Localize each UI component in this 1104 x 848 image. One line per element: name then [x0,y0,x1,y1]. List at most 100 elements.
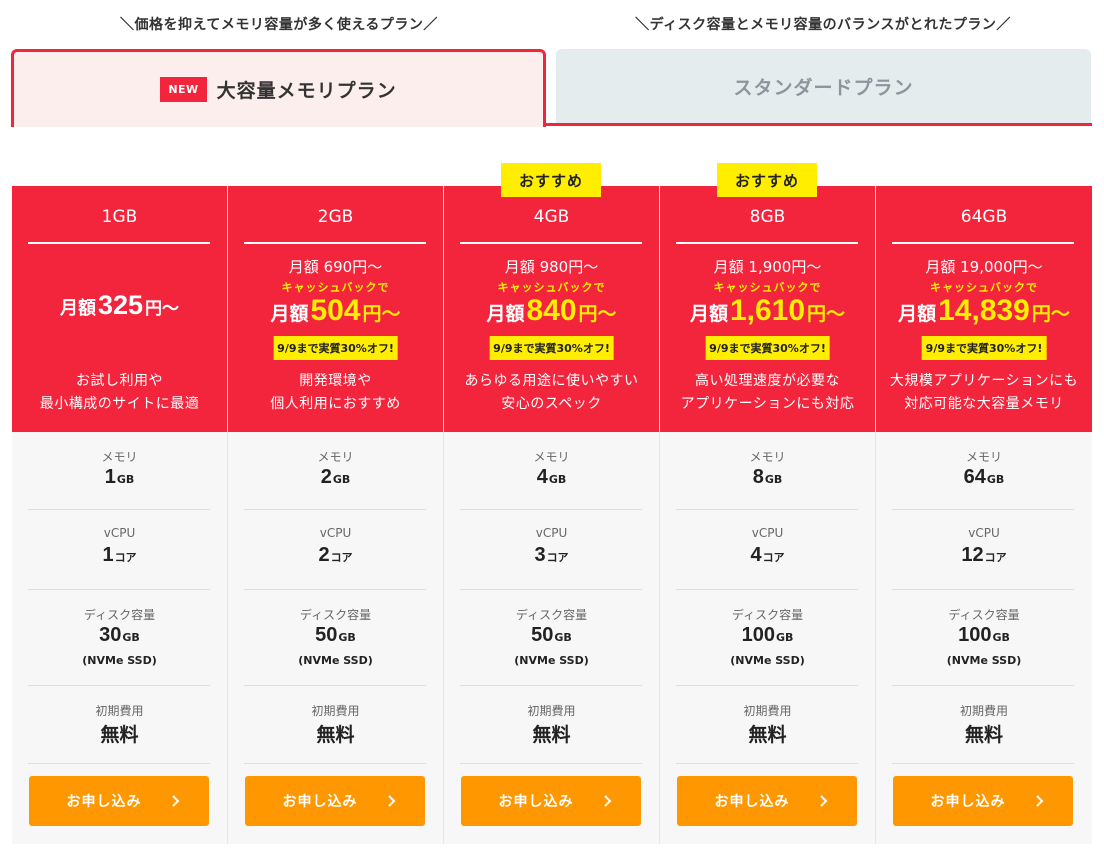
unit: コア [984,551,1007,564]
tab-caption-standard: ＼ディスク容量とメモリ容量のバランスがとれたプラン／ [635,17,1011,33]
setup-fee-value: 無料 [964,724,1003,746]
price-suffix: 円〜 [578,303,617,325]
plan-description: お試し利用や 最小構成のサイトに最適 [12,370,227,416]
disk-value: 30 [99,624,122,646]
apply-button[interactable]: お申し込み [461,776,641,826]
vcpu-value: 12 [961,544,984,566]
divider [244,242,426,244]
spec-value: 50 GB [444,624,659,647]
apply-button[interactable]: お申し込み [893,776,1073,826]
spec-label: ディスク容量 [731,608,804,622]
spec-setup-fee: 初期費用 無料 [444,686,659,764]
spec-value: 12 コア [876,544,1092,567]
spec-vcpu: vCPU 1 コア [12,510,227,590]
memory-value: 4 [536,466,548,488]
plan-description-line: 高い処理速度が必要な [695,373,840,389]
spec-value: 2 コア [228,544,443,567]
spec-label: 初期費用 [527,704,576,718]
unit: GB [986,473,1005,486]
spec-disk: ディスク容量 100 GB (NVMe SSD) [876,590,1092,686]
price-value: 325 [97,290,144,320]
memory-value: 64 [963,466,986,488]
chevron-right-icon [1035,795,1043,807]
chevron-right-icon [603,795,611,807]
apply-button[interactable]: お申し込み [245,776,425,826]
spec-label: メモリ [101,450,138,464]
apply-button[interactable]: お申し込み [29,776,209,826]
unit: GB [116,473,135,486]
spec-vcpu: vCPU 12 コア [876,510,1092,590]
apply-button-label: お申し込み [66,794,142,810]
base-price: 月額 1,900円〜 [713,258,822,276]
spec-label: ディスク容量 [948,608,1020,622]
price-prefix: 月額 [486,303,525,325]
discount-badge: 9/9まで実質30%オフ! [921,336,1047,360]
base-price: 月額 690円〜 [288,258,383,276]
price-suffix: 円〜 [807,303,846,325]
spec-setup-fee: 初期費用 無料 [660,686,875,764]
chevron-right-icon [819,795,827,807]
unit: GB [338,631,356,644]
disk-value: 50 [315,624,338,646]
plan-card-64gb: 64GB 月額 19,000円〜 キャッシュバックで 月額 14,839 円〜 … [876,186,1092,844]
price-prefix: 月額 [270,303,309,325]
memory-value: 2 [320,466,332,488]
spec-disk: ディスク容量 50 GB (NVMe SSD) [444,590,659,686]
spec-disk: ディスク容量 100 GB (NVMe SSD) [660,590,875,686]
plan-size: 64GB [960,207,1008,227]
unit: GB [554,631,572,644]
cashback-label: キャッシュバックで [713,281,822,294]
plan-price: 月額 325 円〜 [12,290,227,321]
unit: コア [546,551,569,564]
disk-value: 100 [958,624,992,646]
tab-standard-plan[interactable]: スタンダードプラン [556,49,1091,123]
disk-note: (NVMe SSD) [82,654,157,667]
disk-note: (NVMe SSD) [946,654,1022,667]
unit: GB [992,631,1010,644]
discount-badge: 9/9まで実質30%オフ! [273,336,398,360]
spec-label: 初期費用 [311,704,360,718]
spec-value: 4 GB [444,466,659,489]
tab-caption-large-memory: ＼価格を抑えてメモリ容量が多く使えるプラン／ [120,17,438,33]
spec-label: メモリ [965,450,1002,464]
price-value: 504 [310,294,361,327]
divider [28,242,210,244]
price-suffix: 円〜 [362,303,401,325]
plan-description: 大規模アプリケーションにも 対応可能な大容量メモリ [876,370,1092,416]
vcpu-value: 2 [318,544,330,566]
memory-value: 1 [104,466,116,488]
cashback-price: 月額 504 円〜 [228,294,443,328]
tab-captions: ＼価格を抑えてメモリ容量が多く使えるプラン／ ＼ディスク容量とメモリ容量のバラン… [12,14,1092,40]
spec-label: 初期費用 [743,704,792,718]
unit: コア [114,551,137,564]
apply-button[interactable]: お申し込み [677,776,857,826]
spec-label: ディスク容量 [515,608,588,622]
price-prefix: 月額 [59,298,96,319]
spec-value: 50 GB [228,624,443,647]
spec-value: 64 GB [876,466,1092,489]
spec-disk: ディスク容量 30 GB (NVMe SSD) [12,590,227,686]
price-prefix: 月額 [898,303,937,325]
tab-large-memory-plan[interactable]: NEW 大容量メモリプラン [11,49,546,127]
unit: GB [548,473,567,486]
divider [460,242,642,244]
plan-header: 4GB 月額 980円〜 キャッシュバックで 月額 840 円〜 9/9まで実質… [444,186,659,432]
cashback-price: 月額 14,839 円〜 [876,294,1092,328]
plan-table: 1GB 月額 325 円〜 お試し利用や 最小構成のサイトに最適 メモリ 1 G… [12,163,1092,844]
unit: GB [775,631,794,644]
divider [460,763,642,764]
spec-label: 初期費用 [95,704,144,718]
discount-badge: 9/9まで実質30%オフ! [489,336,614,360]
divider [892,763,1074,764]
setup-fee-value: 無料 [316,724,355,746]
vcpu-value: 4 [750,544,762,566]
tab-label: スタンダードプラン [733,76,914,99]
spec-disk: ディスク容量 50 GB (NVMe SSD) [228,590,443,686]
chevron-right-icon [387,795,395,807]
unit: コア [762,551,785,564]
plan-card-4gb: おすすめ 4GB 月額 980円〜 キャッシュバックで 月額 840 円〜 9/… [444,163,660,844]
spec-vcpu: vCPU 4 コア [660,510,875,590]
plan-description: 高い処理速度が必要な アプリケーションにも対応 [660,370,875,416]
spec-value: 30 GB [12,624,227,647]
plan-header: 8GB 月額 1,900円〜 キャッシュバックで 月額 1,610 円〜 9/9… [660,186,875,432]
